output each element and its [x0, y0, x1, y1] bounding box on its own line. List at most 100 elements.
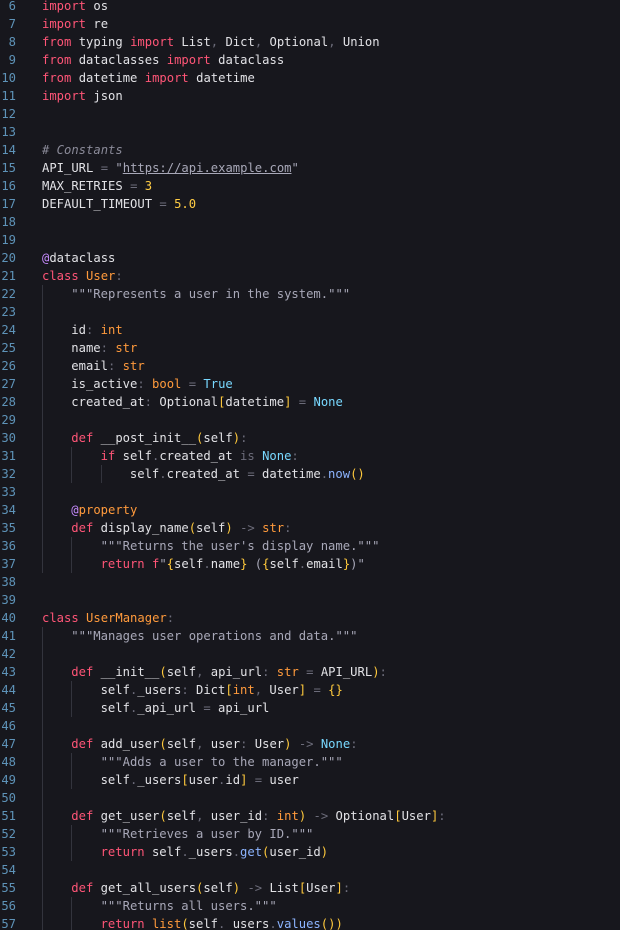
- code-line[interactable]: 26 email: str: [0, 357, 620, 375]
- code-line[interactable]: 15 API_URL = "https://api.example.com": [0, 159, 620, 177]
- indent-guide: [42, 465, 43, 483]
- line-number: 55: [1, 881, 16, 895]
- token-default: email: [306, 557, 343, 571]
- indent-guide: [71, 447, 73, 465]
- token-default: [233, 521, 240, 535]
- code-line[interactable]: 6 import os: [0, 0, 620, 15]
- line-number: 19: [1, 233, 16, 247]
- token-punc: :: [438, 809, 446, 823]
- token-brk: {}: [328, 683, 343, 697]
- code-line[interactable]: 33: [0, 483, 620, 501]
- code-text: is_active: bool = True: [71, 375, 232, 393]
- line-number: 29: [1, 413, 16, 427]
- code-line[interactable]: 45 self._api_url = api_url: [0, 699, 620, 717]
- token-const: None: [313, 395, 343, 409]
- code-line[interactable]: 9 from dataclasses import dataclass: [0, 51, 620, 69]
- line-number: 54: [1, 863, 16, 877]
- code-line[interactable]: 34 @property: [0, 501, 620, 519]
- token-type: list: [151, 917, 182, 930]
- token-default: [269, 809, 276, 823]
- code-line[interactable]: 19: [0, 231, 620, 249]
- code-editor[interactable]: 6 import os 7 import re 8 from typing import …: [0, 0, 620, 930]
- code-line[interactable]: 48 """Adds a user to the manager.""": [0, 753, 620, 771]
- code-line[interactable]: 23: [0, 303, 620, 321]
- token-brk: ]: [335, 881, 343, 895]
- indent-guide: [42, 357, 43, 375]
- code-line[interactable]: 25 name: str: [0, 339, 620, 357]
- code-line[interactable]: 29: [0, 411, 620, 429]
- token-str: ": [291, 161, 299, 175]
- code-line[interactable]: 12: [0, 105, 620, 123]
- code-line[interactable]: 46: [0, 717, 620, 735]
- code-line[interactable]: 44 self._users: Dict[int, User] = {}: [0, 681, 620, 699]
- code-line[interactable]: 28 created_at: Optional[datetime] = None: [0, 393, 620, 411]
- code-line[interactable]: 7 import re: [0, 15, 620, 33]
- code-line[interactable]: 57 return list(self._users.values()): [0, 915, 620, 930]
- code-line[interactable]: 54: [0, 861, 620, 879]
- line-number: 28: [1, 395, 16, 409]
- code-line[interactable]: 30 def __post_init__(self):: [0, 429, 620, 447]
- line-number: 27: [1, 377, 16, 391]
- code-line[interactable]: 18: [0, 213, 620, 231]
- code-line[interactable]: 47 def add_user(self, user: User) -> None…: [0, 735, 620, 753]
- code-line[interactable]: 20 @dataclass: [0, 249, 620, 267]
- code-line[interactable]: 16 MAX_RETRIES = 3: [0, 177, 620, 195]
- code-line[interactable]: 17 DEFAULT_TIMEOUT = 5.0: [0, 195, 620, 213]
- token-brk: (: [159, 665, 167, 679]
- code-line[interactable]: 31 if self.created_at is None:: [0, 447, 620, 465]
- token-type: int: [232, 683, 255, 697]
- code-line[interactable]: 10 from datetime import datetime: [0, 69, 620, 87]
- indent-guide: [42, 807, 43, 825]
- code-line[interactable]: 37 return f"{self.name} ({self.email})": [0, 555, 620, 573]
- token-kw: def: [71, 737, 94, 751]
- token-default: display_name: [93, 521, 189, 535]
- code-line[interactable]: 52 """Retrieves a user by ID.""": [0, 825, 620, 843]
- line-number: 25: [1, 341, 16, 355]
- code-line[interactable]: 50: [0, 789, 620, 807]
- token-default: _users: [188, 845, 233, 859]
- code-text: from typing import List, Dict, Optional,…: [42, 33, 380, 51]
- token-kw: from: [42, 35, 72, 49]
- code-line[interactable]: 8 from typing import List, Dict, Optional…: [0, 33, 620, 51]
- code-line[interactable]: 38: [0, 573, 620, 591]
- code-text: import json: [42, 87, 123, 105]
- code-line[interactable]: 49 self._users[user.id] = user: [0, 771, 620, 789]
- indent-guide: [42, 879, 43, 897]
- code-text: id: int: [71, 321, 122, 339]
- token-brk: ): [372, 665, 380, 679]
- token-default: self: [100, 701, 130, 715]
- code-line[interactable]: 43 def __init__(self, api_url: str = API_…: [0, 663, 620, 681]
- code-line[interactable]: 40 class UserManager:: [0, 609, 620, 627]
- code-line[interactable]: 53 return self._users.get(user_id): [0, 843, 620, 861]
- token-punc: :: [291, 449, 299, 463]
- code-line[interactable]: 27 is_active: bool = True: [0, 375, 620, 393]
- token-kw: from: [42, 53, 72, 67]
- token-default: user: [188, 773, 219, 787]
- indent-guide: [42, 483, 43, 501]
- code-line[interactable]: 14 # Constants: [0, 141, 620, 159]
- token-default: [93, 323, 100, 337]
- code-line[interactable]: 24 id: int: [0, 321, 620, 339]
- code-text: @dataclass: [42, 249, 115, 267]
- code-line[interactable]: 51 def get_user(self, user_id: int) -> Op…: [0, 807, 620, 825]
- code-line[interactable]: 55 def get_all_users(self) -> List[User]:: [0, 879, 620, 897]
- token-brk: (: [181, 917, 189, 930]
- code-text: import re: [42, 15, 108, 33]
- code-line[interactable]: 22 """Represents a user in the system.""": [0, 285, 620, 303]
- code-line[interactable]: 13: [0, 123, 620, 141]
- code-text: return list(self._users.values()): [101, 915, 343, 930]
- line-number: 18: [1, 215, 16, 229]
- code-line[interactable]: 36 """Returns the user's display name.""": [0, 537, 620, 555]
- code-line[interactable]: 32 self.created_at = datetime.now(): [0, 465, 620, 483]
- code-line[interactable]: 35 def display_name(self) -> str:: [0, 519, 620, 537]
- code-line[interactable]: 56 """Returns all users.""": [0, 897, 620, 915]
- code-line[interactable]: 11 import json: [0, 87, 620, 105]
- code-line[interactable]: 42: [0, 645, 620, 663]
- code-line[interactable]: 39: [0, 591, 620, 609]
- token-num: 5.0: [174, 197, 197, 211]
- line-number: 22: [1, 287, 16, 301]
- code-line[interactable]: 21 class User:: [0, 267, 620, 285]
- token-default: Optional: [262, 35, 329, 49]
- token-default: [255, 449, 262, 463]
- code-line[interactable]: 41 """Manages user operations and data.""…: [0, 627, 620, 645]
